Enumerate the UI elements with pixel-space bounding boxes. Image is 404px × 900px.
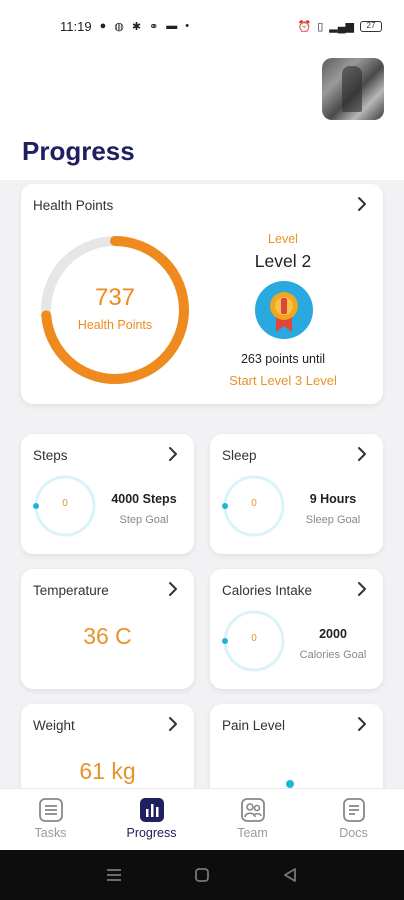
- content-scroll[interactable]: Health Points 737 Health Points Level Le…: [0, 180, 404, 788]
- pain-level-marker: [286, 780, 294, 788]
- level-caption: Level: [268, 232, 298, 246]
- calories-goal-value: 2000: [319, 627, 347, 641]
- calories-goal-label: Calories Goal: [299, 649, 367, 661]
- calories-card[interactable]: Calories Intake 0 2000 Calories Goal: [210, 569, 383, 689]
- bar-chart-icon: [139, 798, 164, 822]
- notification-dot-icon: •: [185, 20, 190, 32]
- temperature-title: Temperature: [33, 583, 109, 598]
- system-nav-bar: [0, 850, 404, 900]
- sleep-card[interactable]: Sleep 0 9 Hours Sleep Goal: [210, 434, 383, 554]
- avatar[interactable]: [322, 58, 384, 120]
- tab-label: Docs: [339, 826, 368, 840]
- points-until-text: 263 points until: [240, 352, 326, 366]
- tab-docs[interactable]: Docs: [303, 789, 404, 850]
- sleep-goal-label: Sleep Goal: [305, 514, 361, 526]
- chevron-right-icon[interactable]: [164, 579, 182, 599]
- home-nav-icon[interactable]: [194, 867, 210, 883]
- document-icon: [342, 798, 365, 822]
- steps-card[interactable]: Steps 0 4000 Steps Step Goal: [21, 434, 194, 554]
- signal-icon: ▂▄▆: [329, 20, 354, 33]
- chevron-right-icon[interactable]: [164, 444, 182, 464]
- list-icon: [38, 798, 63, 822]
- chevron-right-icon[interactable]: [353, 579, 371, 599]
- pain-level-card[interactable]: Pain Level: [210, 704, 383, 788]
- snapchat-icon: ●: [99, 20, 107, 32]
- status-bar: 11:19 ● ◍ ✱ ⚭ ▬ • ⏰ ▯ ▂▄▆ 27: [0, 0, 404, 52]
- calories-ring-value: 0: [251, 633, 257, 644]
- health-points-ring: 737 Health Points: [37, 232, 193, 388]
- back-nav-icon[interactable]: [282, 867, 298, 883]
- team-icon: [240, 798, 265, 822]
- bottom-tab-bar: Tasks Progress Team Docs: [0, 788, 404, 850]
- sleep-title: Sleep: [222, 448, 257, 463]
- weight-title: Weight: [33, 718, 75, 733]
- tab-team[interactable]: Team: [202, 789, 303, 850]
- health-points-value: 737: [94, 284, 136, 311]
- chevron-right-icon[interactable]: [164, 714, 182, 734]
- app-icon: ▬: [166, 20, 178, 32]
- steps-title: Steps: [33, 448, 68, 463]
- tab-label: Progress: [126, 826, 177, 840]
- health-points-title: Health Points: [33, 198, 114, 213]
- medal-icon: [254, 280, 314, 340]
- globe-icon: ◍: [114, 20, 124, 33]
- sleep-goal-value: 9 Hours: [309, 492, 357, 506]
- tab-tasks[interactable]: Tasks: [0, 789, 101, 850]
- clock: 11:19: [60, 18, 92, 34]
- header: Progress: [0, 52, 404, 180]
- next-level-text: Start Level 3 Level: [229, 373, 337, 388]
- menu-nav-icon[interactable]: [106, 868, 122, 882]
- battery-icon: 27: [360, 20, 382, 32]
- weight-card[interactable]: Weight 61 kg: [21, 704, 194, 788]
- temperature-value: 36 C: [83, 623, 132, 649]
- page-title: Progress: [22, 136, 135, 166]
- chevron-right-icon[interactable]: [353, 444, 371, 464]
- weight-value: 61 kg: [79, 758, 136, 784]
- steps-goal-value: 4000 Steps: [111, 492, 177, 506]
- tab-progress[interactable]: Progress: [101, 789, 202, 850]
- pain-level-title: Pain Level: [222, 718, 286, 733]
- tab-label: Tasks: [34, 826, 67, 840]
- temperature-card[interactable]: Temperature 36 C: [21, 569, 194, 689]
- steps-ring-value: 0: [62, 498, 68, 509]
- chevron-right-icon[interactable]: [353, 194, 371, 214]
- vibrate-icon: ▯: [317, 20, 324, 33]
- alarm-icon: ⏰: [297, 20, 312, 33]
- calories-title: Calories Intake: [222, 583, 313, 598]
- chevron-right-icon[interactable]: [353, 714, 371, 734]
- steps-goal-label: Step Goal: [119, 514, 169, 526]
- slack-icon: ✱: [131, 20, 142, 33]
- status-right: ⏰ ▯ ▂▄▆ 27: [298, 20, 382, 33]
- health-points-card[interactable]: Health Points 737 Health Points Level Le…: [21, 184, 383, 404]
- status-left: 11:19 ● ◍ ✱ ⚭ ▬ •: [60, 19, 189, 34]
- tab-label: Team: [237, 826, 268, 840]
- level-name: Level 2: [254, 251, 312, 271]
- link-icon: ⚭: [149, 20, 159, 33]
- health-points-label: Health Points: [77, 318, 153, 332]
- sleep-ring-value: 0: [251, 498, 257, 509]
